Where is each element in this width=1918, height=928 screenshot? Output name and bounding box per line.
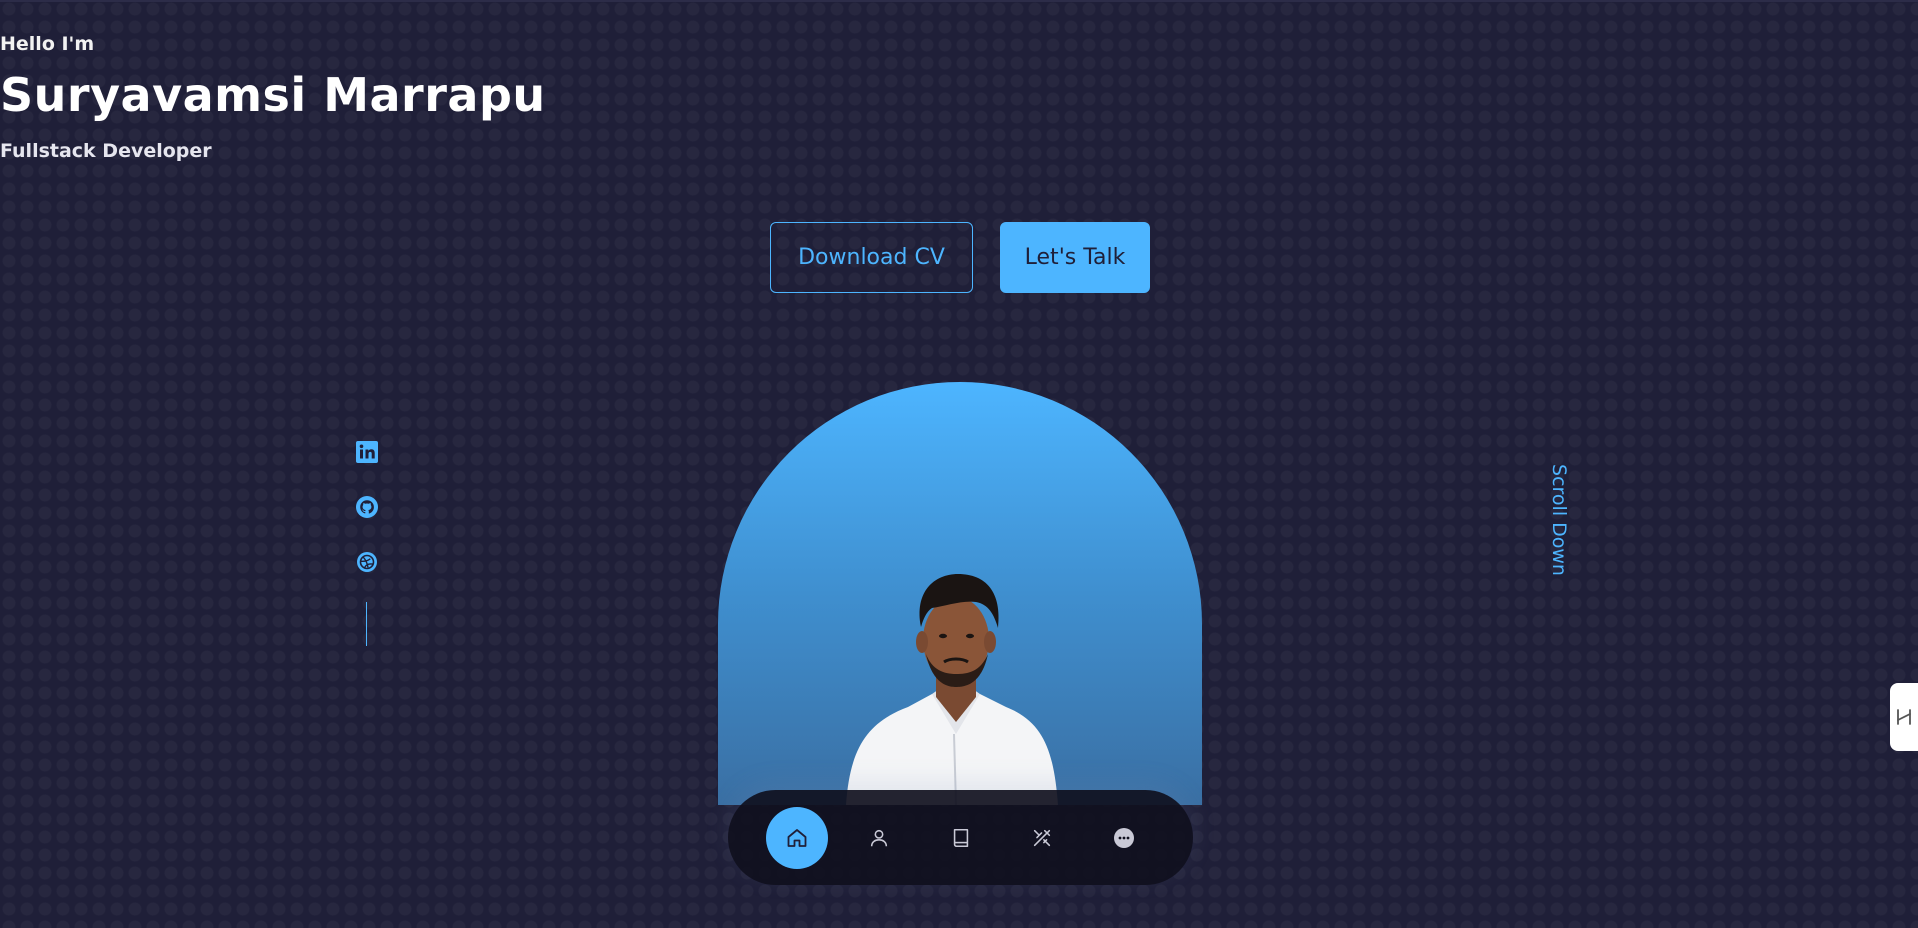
linkedin-link[interactable] bbox=[355, 440, 379, 464]
social-divider-line bbox=[366, 602, 367, 646]
profile-photo bbox=[846, 574, 1058, 805]
lets-talk-button[interactable]: Let's Talk bbox=[1000, 222, 1150, 293]
bottom-nav bbox=[728, 790, 1193, 885]
dribbble-icon bbox=[357, 552, 377, 572]
top-divider bbox=[0, 0, 1918, 2]
nav-services[interactable] bbox=[1011, 807, 1073, 869]
profile-photo-frame bbox=[718, 382, 1202, 805]
home-icon bbox=[787, 829, 807, 847]
download-cv-button[interactable]: Download CV bbox=[770, 222, 973, 293]
dribbble-link[interactable] bbox=[355, 550, 379, 574]
widget-icon bbox=[1897, 709, 1911, 725]
nav-about[interactable] bbox=[848, 807, 910, 869]
linkedin-icon bbox=[356, 441, 378, 463]
hero-role: Fullstack Developer bbox=[0, 140, 212, 162]
side-widget-tab[interactable] bbox=[1890, 683, 1918, 751]
nav-experience[interactable] bbox=[930, 807, 992, 869]
nav-home[interactable] bbox=[766, 807, 828, 869]
hero-name: Suryavamsi Marrapu bbox=[0, 68, 546, 122]
book-icon bbox=[953, 828, 969, 848]
hero-greeting: Hello I'm bbox=[0, 33, 95, 55]
github-link[interactable] bbox=[355, 495, 379, 519]
nav-contact[interactable] bbox=[1093, 807, 1155, 869]
tools-icon bbox=[1033, 829, 1051, 847]
github-icon bbox=[356, 496, 378, 518]
chat-icon bbox=[1114, 828, 1134, 848]
scroll-down-link[interactable]: Scroll Down bbox=[1546, 425, 1570, 615]
user-icon bbox=[870, 829, 888, 847]
